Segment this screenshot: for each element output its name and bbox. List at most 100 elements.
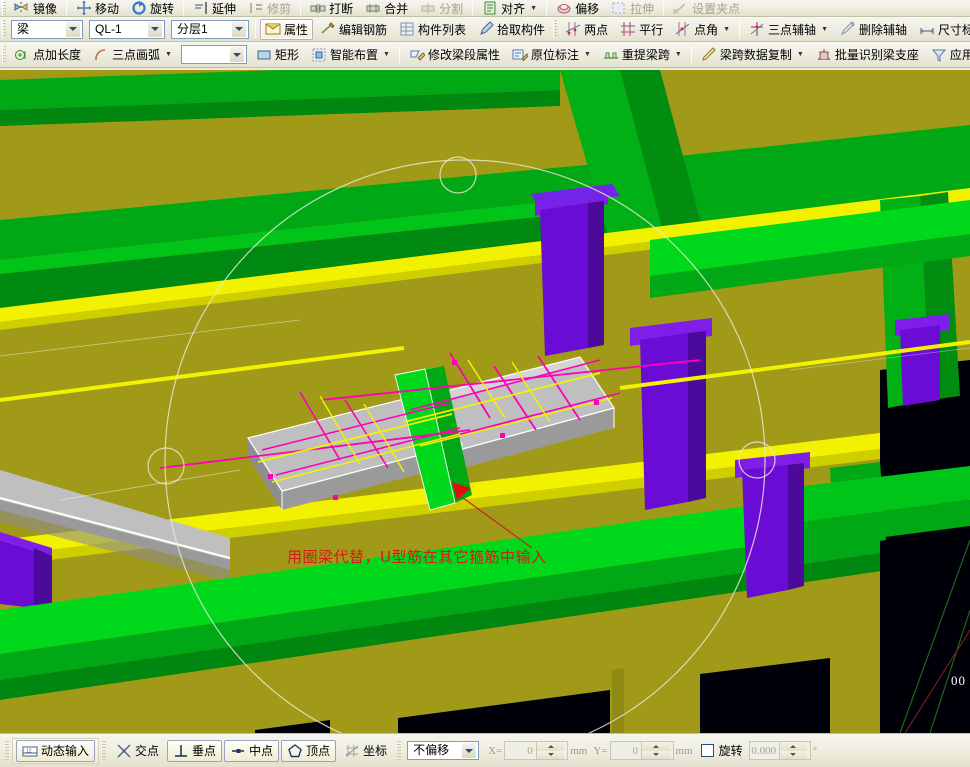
tool-move[interactable]: 移动: [71, 0, 124, 16]
tool-split[interactable]: 分割: [415, 0, 468, 16]
tool-break[interactable]: 打断: [305, 0, 358, 16]
y-input[interactable]: 0: [609, 741, 674, 760]
chevron-down-icon[interactable]: ▼: [797, 51, 804, 58]
component-type-select[interactable]: 梁: [11, 19, 83, 39]
tool-three-point-axis[interactable]: 三点辅轴 ▼: [744, 19, 833, 40]
tool-point-length[interactable]: 点加长度: [9, 44, 86, 65]
snap-vertex[interactable]: 顶点: [281, 739, 337, 762]
svg-text:12: 12: [26, 748, 32, 754]
toolbar-gripper[interactable]: [2, 45, 6, 64]
toolbar-gripper[interactable]: [2, 20, 6, 38]
rotate-input[interactable]: 0.000: [748, 741, 811, 760]
rotate-unit: °: [812, 744, 818, 757]
rotate-value: 0.000: [751, 744, 777, 757]
chevron-down-icon[interactable]: [461, 742, 478, 759]
x-spinner[interactable]: [535, 742, 568, 759]
tool-point-angle[interactable]: 点角 ▼: [670, 19, 735, 40]
break-icon: [310, 0, 326, 16]
snap-coordinate-label: 坐标: [363, 744, 388, 758]
tool-extend[interactable]: 延伸: [188, 0, 241, 16]
snap-intersection[interactable]: 交点: [110, 740, 165, 762]
tool-copy-span-data[interactable]: 梁跨数据复制 ▼: [696, 44, 809, 65]
dynamic-input-group: 12 动态输入: [12, 737, 100, 764]
statusbar-gripper[interactable]: [397, 740, 402, 761]
toolbar-gripper[interactable]: [553, 20, 558, 38]
perpendicular-snap-icon: [173, 743, 189, 759]
tool-align[interactable]: 对齐 ▼: [477, 0, 542, 16]
statusbar-gripper[interactable]: [5, 740, 9, 761]
tool-edit-rebar[interactable]: 编辑钢筋: [315, 19, 392, 40]
tool-stretch[interactable]: 拉伸: [606, 0, 659, 16]
chevron-down-icon[interactable]: [231, 20, 247, 38]
tool-pick-component[interactable]: 拾取构件: [473, 19, 550, 40]
tool-offset[interactable]: 偏移: [551, 0, 604, 16]
rotate-label: 旋转: [718, 744, 743, 758]
split-icon: [420, 0, 436, 16]
rotate-icon: [131, 0, 147, 16]
tool-component-list[interactable]: 构件列表: [394, 19, 471, 40]
chevron-down-icon[interactable]: ▼: [723, 26, 730, 33]
coordinate-snap-icon: [344, 743, 360, 759]
tool-batch-support[interactable]: 批量识别梁支座: [811, 44, 924, 65]
x-input[interactable]: 0: [504, 741, 569, 760]
tool-dimension[interactable]: 尺寸标注 ▼: [914, 19, 970, 40]
two-point-icon: [565, 21, 581, 37]
tool-smart-layout-label: 智能布置: [329, 48, 378, 62]
tool-trim[interactable]: 修剪: [243, 0, 296, 16]
offset-mode-select[interactable]: 不偏移: [407, 741, 480, 760]
move-icon: [76, 0, 92, 16]
tool-mirror[interactable]: 镜像: [9, 0, 62, 16]
corner-readout: 00: [951, 673, 966, 688]
tool-properties[interactable]: 属性: [260, 18, 314, 40]
snap-midpoint[interactable]: 中点: [224, 739, 280, 762]
offset-mode-value: 不偏移: [413, 743, 450, 757]
chevron-down-icon[interactable]: [228, 46, 245, 63]
tool-rotate[interactable]: 旋转: [126, 0, 179, 16]
tool-parallel[interactable]: 平行: [615, 19, 668, 40]
chevron-down-icon[interactable]: ▼: [821, 26, 828, 33]
component-name-select[interactable]: QL-1: [89, 19, 165, 39]
statusbar-gripper[interactable]: [102, 740, 107, 761]
tool-edit-beam-segment[interactable]: 修改梁段属性: [404, 44, 505, 65]
chevron-down-icon[interactable]: [65, 20, 81, 38]
chevron-down-icon[interactable]: ▼: [530, 5, 537, 12]
tool-three-point-arc[interactable]: 三点画弧 ▼: [88, 44, 177, 65]
apply-same-name-icon: [931, 47, 947, 63]
tool-smart-layout[interactable]: 智能布置 ▼: [306, 44, 395, 65]
snap-coordinate[interactable]: 坐标: [338, 740, 393, 762]
3d-viewport[interactable]: 用圈梁代替，U型筋在其它箍筋中输入 00: [0, 70, 970, 733]
y-spinner[interactable]: [641, 742, 673, 759]
tool-rectangle[interactable]: 矩形: [251, 44, 304, 65]
tool-in-situ-label[interactable]: 原位标注 ▼: [507, 44, 596, 65]
tool-edit-beam-segment-label: 修改梁段属性: [427, 48, 500, 62]
chevron-down-icon[interactable]: [147, 20, 163, 38]
tool-apply-same-name[interactable]: 应用到同名梁: [926, 44, 970, 65]
chevron-down-icon[interactable]: ▼: [584, 51, 591, 58]
beam-shape-select[interactable]: [180, 45, 247, 64]
snap-perpendicular[interactable]: 垂点: [167, 739, 223, 762]
x-value: 0: [527, 744, 533, 757]
chevron-down-icon[interactable]: ▼: [383, 51, 390, 58]
edit-toolbar: 镜像 移动 旋转 延伸 修剪 打断 合并 分割 对齐 ▼ 偏移 拉伸 设置夹点: [0, 0, 970, 17]
batch-support-icon: [816, 47, 832, 63]
tool-three-point-axis-label: 三点辅轴: [768, 22, 817, 37]
pick-component-icon: [478, 21, 494, 37]
tool-edit-rebar-label: 编辑钢筋: [339, 22, 388, 37]
tool-merge[interactable]: 合并: [360, 0, 413, 16]
tool-set-grip[interactable]: 设置夹点: [668, 0, 745, 16]
chevron-down-icon[interactable]: ▼: [165, 51, 172, 58]
tool-two-point[interactable]: 两点: [560, 19, 613, 40]
tool-re-extract-span-label: 重提梁跨: [621, 48, 670, 62]
tool-set-grip-label: 设置夹点: [692, 1, 741, 16]
tool-copy-span-data-label: 梁跨数据复制: [719, 48, 792, 62]
toolbar-separator: [739, 20, 741, 38]
rotate-spinner[interactable]: [779, 742, 810, 759]
status-dynamic-input[interactable]: 12 动态输入: [16, 739, 96, 762]
rotate-checkbox[interactable]: [700, 744, 714, 757]
tool-re-extract-span[interactable]: 重提梁跨 ▼: [598, 44, 687, 65]
layer-select[interactable]: 分层1: [171, 19, 249, 39]
toolbar-gripper[interactable]: [2, 0, 6, 16]
chevron-down-icon[interactable]: ▼: [675, 51, 682, 58]
tool-stretch-label: 拉伸: [630, 1, 655, 16]
tool-delete-axis[interactable]: 删除辅轴: [835, 19, 912, 40]
